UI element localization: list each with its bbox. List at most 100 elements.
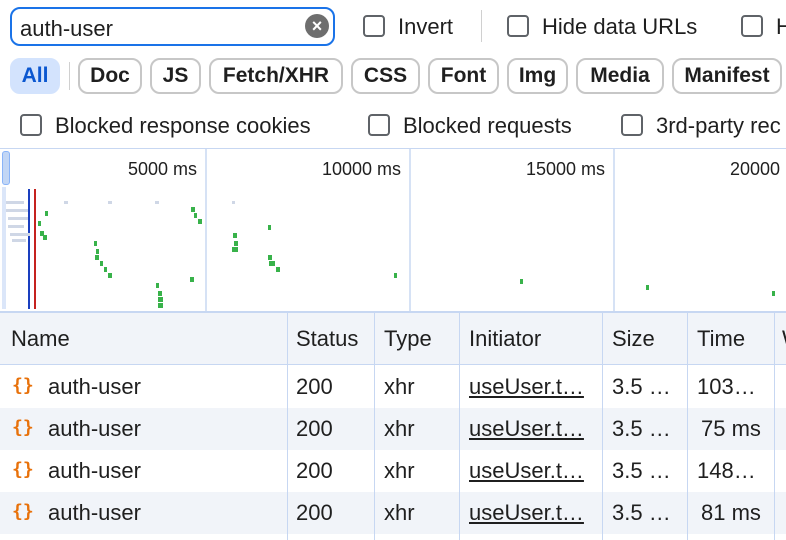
request-type: xhr — [384, 416, 415, 441]
request-bar — [772, 291, 775, 296]
request-bar — [158, 297, 163, 302]
request-size: 3.5 … — [612, 416, 671, 441]
request-bar — [191, 207, 195, 212]
table-header: Name Status Type Initiator Size Time W — [0, 313, 786, 365]
filter-input[interactable]: auth-user × — [10, 7, 335, 46]
request-status: 200 — [296, 374, 333, 399]
request-bar — [155, 201, 159, 204]
request-bar — [269, 261, 275, 266]
filter-toolbar: auth-user × Invert Hide data URLs H — [0, 0, 786, 54]
chip-media[interactable]: Media — [576, 58, 664, 94]
request-name[interactable]: auth-user — [48, 458, 141, 484]
clear-icon[interactable]: × — [305, 14, 329, 38]
chip-manifest[interactable]: Manifest — [672, 58, 782, 94]
request-initiator[interactable]: useUser.t… — [469, 416, 584, 442]
load-event-marker — [34, 189, 36, 309]
request-bar — [268, 225, 271, 230]
column-status[interactable]: Status — [296, 326, 358, 352]
request-status: 200 — [296, 416, 333, 441]
request-bar — [8, 225, 24, 228]
overview-grid-line — [613, 149, 615, 311]
request-initiator[interactable]: useUser.t… — [469, 500, 584, 526]
request-initiator[interactable]: useUser.t… — [469, 374, 584, 400]
overview-grid-line — [409, 149, 411, 311]
request-bar — [10, 233, 30, 236]
overview-tick: 15000 ms — [526, 159, 606, 179]
fetch-xhr-icon: {} — [12, 501, 34, 522]
fetch-xhr-icon: {} — [12, 459, 34, 480]
third-party-requests-label: 3rd-party rec — [656, 113, 781, 138]
request-bar — [45, 211, 48, 216]
chip-doc[interactable]: Doc — [78, 58, 142, 94]
column-divider[interactable] — [374, 313, 375, 540]
request-bar — [94, 241, 97, 246]
chip-divider — [69, 62, 70, 90]
table-row[interactable]: {} auth-user 200 xhr useUser.t… 3.5 … 75… — [0, 408, 786, 450]
column-divider[interactable] — [687, 313, 688, 540]
request-name[interactable]: auth-user — [48, 500, 141, 526]
request-bar — [268, 255, 272, 260]
chip-fetch-xhr[interactable]: Fetch/XHR — [209, 58, 343, 94]
column-type[interactable]: Type — [384, 326, 432, 352]
overview-window-edge — [2, 187, 6, 309]
request-size: 3.5 … — [612, 500, 671, 525]
third-party-requests-checkbox[interactable] — [621, 114, 643, 136]
column-initiator[interactable]: Initiator — [469, 326, 541, 352]
overview-grid-line — [205, 149, 207, 311]
column-name[interactable]: Name — [11, 326, 70, 352]
request-bar — [520, 279, 523, 284]
request-bar — [156, 283, 159, 288]
overview-window-handle[interactable] — [2, 151, 10, 185]
request-time: 75 ms — [701, 416, 761, 441]
filter-input-value[interactable]: auth-user — [20, 16, 113, 42]
column-waterfall[interactable]: W — [782, 326, 786, 352]
network-overview[interactable]: 5000 ms 10000 ms 15000 ms 20000 — [0, 149, 786, 311]
chip-img[interactable]: Img — [507, 58, 568, 94]
dom-content-loaded-marker — [28, 189, 30, 309]
table-row[interactable]: {} auth-user 200 xhr useUser.t… 3.5 … 81… — [0, 492, 786, 534]
request-type: xhr — [384, 500, 415, 525]
table-row[interactable]: {} auth-user 200 xhr useUser.t… 3.5 … 14… — [0, 450, 786, 492]
request-name[interactable]: auth-user — [48, 374, 141, 400]
column-divider[interactable] — [602, 313, 603, 540]
request-bar — [108, 201, 112, 204]
hide-data-urls-label: Hide data URLs — [542, 14, 698, 39]
request-bar — [12, 239, 26, 242]
hide-data-urls-checkbox[interactable] — [507, 15, 529, 37]
request-bar — [6, 209, 28, 212]
table-row[interactable]: {} auth-user 200 xhr useUser.t… 3.5 … 10… — [0, 366, 786, 408]
blocked-requests-checkbox[interactable] — [368, 114, 390, 136]
request-bar — [190, 277, 194, 282]
overview-tick: 20000 — [730, 159, 781, 179]
request-type: xhr — [384, 374, 415, 399]
overview-tick: 5000 ms — [128, 159, 198, 179]
request-time: 148… — [697, 458, 756, 483]
request-bar — [394, 273, 397, 278]
request-bar — [232, 247, 238, 252]
request-bar — [43, 235, 47, 240]
request-bar — [646, 285, 649, 290]
request-bar — [108, 273, 112, 278]
chip-all[interactable]: All — [10, 58, 60, 94]
blocked-response-cookies-checkbox[interactable] — [20, 114, 42, 136]
request-bar — [100, 261, 103, 266]
column-divider[interactable] — [774, 313, 775, 540]
hide-extension-urls-label: H — [776, 14, 786, 39]
request-bar — [232, 201, 235, 204]
column-time[interactable]: Time — [697, 326, 745, 352]
request-bar — [64, 201, 68, 204]
column-divider[interactable] — [459, 313, 460, 540]
column-size[interactable]: Size — [612, 326, 655, 352]
fetch-xhr-icon: {} — [12, 375, 34, 396]
chip-font[interactable]: Font — [428, 58, 499, 94]
chip-js[interactable]: JS — [150, 58, 201, 94]
blocked-response-cookies-label: Blocked response cookies — [55, 113, 311, 138]
chip-css[interactable]: CSS — [351, 58, 420, 94]
request-name[interactable]: auth-user — [48, 416, 141, 442]
request-initiator[interactable]: useUser.t… — [469, 458, 584, 484]
invert-checkbox[interactable] — [363, 15, 385, 37]
request-bar — [276, 267, 280, 272]
request-bar — [234, 241, 238, 246]
column-divider[interactable] — [287, 313, 288, 540]
hide-extension-urls-checkbox[interactable] — [741, 15, 763, 37]
